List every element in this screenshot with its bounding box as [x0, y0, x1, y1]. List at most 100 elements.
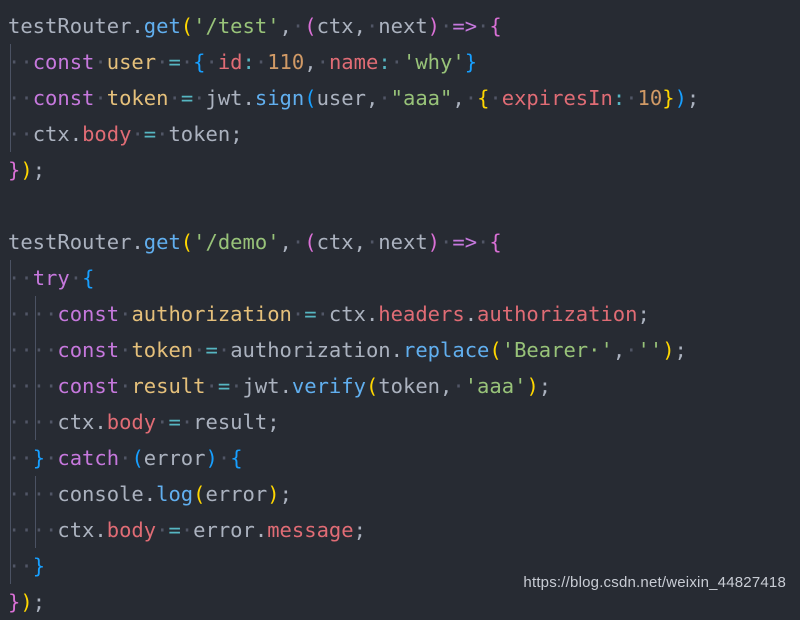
code-token: .: [69, 122, 83, 146]
code-token: ,: [279, 14, 292, 38]
code-token: ·: [20, 518, 33, 542]
code-line[interactable]: testRouter.get('/test',·(ctx,·next)·=>·{: [0, 8, 800, 44]
code-token: testRouter: [8, 14, 132, 38]
code-token: ·: [20, 50, 33, 74]
code-token: (: [131, 446, 144, 470]
code-line[interactable]: testRouter.get('/demo',·(ctx,·next)·=>·{: [0, 224, 800, 260]
code-token: (: [304, 14, 317, 38]
indent-guide: [10, 512, 11, 548]
code-line[interactable]: ····const·authorization·=·ctx.headers.au…: [0, 296, 800, 332]
code-token: 110: [267, 50, 305, 74]
code-line[interactable]: ····ctx.body·=·result;: [0, 404, 800, 440]
code-token: ·: [291, 14, 305, 38]
code-line[interactable]: ··ctx.body·=·token;: [0, 116, 800, 152]
indent-guide: [35, 512, 36, 548]
code-token: ·: [217, 446, 231, 470]
code-token: ·: [156, 518, 169, 542]
code-line[interactable]: ··try·{: [0, 260, 800, 296]
code-token: authorization: [230, 338, 391, 362]
code-token: =: [168, 518, 181, 542]
code-token: ;: [32, 158, 46, 182]
code-token: ctx: [32, 122, 70, 146]
code-token: ·: [378, 86, 391, 110]
code-token: ·: [119, 302, 132, 326]
code-token: =: [205, 338, 218, 362]
code-line[interactable]: ··const·user·=·{·id:·110,·name:·'why'}: [0, 44, 800, 80]
code-token: .: [131, 230, 144, 254]
code-token: next: [378, 14, 428, 38]
code-token: ·: [205, 374, 218, 398]
code-token: token: [168, 122, 231, 146]
code-token: ,: [279, 230, 292, 254]
code-token: ·: [464, 86, 478, 110]
code-token: console: [57, 482, 144, 506]
code-token: ·: [69, 266, 83, 290]
code-token: ): [20, 158, 33, 182]
code-line[interactable]: ··const·token·=·jwt.sign(user,·"aaa",·{·…: [0, 80, 800, 116]
code-token: ·: [20, 302, 33, 326]
code-token: .: [94, 410, 107, 434]
code-line-blank[interactable]: [0, 188, 800, 224]
code-token: ): [427, 230, 441, 254]
code-token: ·: [452, 374, 465, 398]
code-token: ;: [637, 302, 650, 326]
code-token: ;: [267, 410, 280, 434]
code-token: 'Bearer·': [501, 338, 613, 362]
code-token: testRouter: [8, 230, 132, 254]
code-token: 'why': [403, 50, 465, 74]
code-token: ·: [20, 446, 33, 470]
code-token: ·: [168, 86, 181, 110]
code-token: ctx: [57, 410, 95, 434]
code-token: token: [131, 338, 194, 362]
code-token: const: [57, 374, 120, 398]
code-token: ·: [180, 518, 194, 542]
watermark-url: https://blog.csdn.net/weixin_44827418: [523, 574, 786, 591]
code-token: log: [156, 482, 194, 506]
code-token: .: [365, 302, 379, 326]
code-token: ;: [686, 86, 700, 110]
code-token: ): [205, 446, 218, 470]
code-token: {: [477, 86, 490, 110]
code-token: ·: [20, 374, 33, 398]
code-line[interactable]: ··}·catch·(error)·{: [0, 440, 800, 476]
code-token: =: [168, 410, 181, 434]
code-token: }: [8, 158, 21, 182]
code-token: ·: [45, 302, 58, 326]
code-token: error: [193, 518, 255, 542]
code-token: ·: [20, 482, 33, 506]
code-token: name: [328, 50, 379, 74]
code-content[interactable]: testRouter.get('/test',·(ctx,·next)·=>·{…: [0, 8, 800, 620]
code-token: ·: [45, 410, 58, 434]
code-token: ;: [230, 122, 243, 146]
code-token: body: [106, 518, 157, 542]
code-token: ,: [440, 374, 453, 398]
code-line[interactable]: ····const·token·=·authorization.replace(…: [0, 332, 800, 368]
code-token: ctx: [316, 14, 354, 38]
code-token: =: [217, 374, 231, 398]
code-token: '': [637, 338, 663, 362]
indent-guide: [10, 332, 11, 368]
code-token: ): [427, 14, 441, 38]
code-line[interactable]: ····const·result·=·jwt.verify(token,·'aa…: [0, 368, 800, 404]
code-token: ·: [625, 338, 638, 362]
code-token: .: [242, 86, 255, 110]
code-token: '/test': [193, 14, 280, 38]
code-line[interactable]: ····ctx.body·=·error.message;: [0, 512, 800, 548]
code-token: authorization: [131, 302, 292, 326]
code-token: ·: [365, 230, 379, 254]
code-token: ·: [365, 14, 379, 38]
code-token: (: [365, 374, 379, 398]
code-token: try: [32, 266, 70, 290]
code-token: (: [489, 338, 502, 362]
code-token: {: [489, 230, 502, 254]
code-token: =: [304, 302, 317, 326]
code-token: {: [193, 50, 206, 74]
code-token: ·: [230, 374, 243, 398]
code-line[interactable]: });: [0, 152, 800, 188]
code-line[interactable]: ····console.log(error);: [0, 476, 800, 512]
code-token: error: [205, 482, 268, 506]
code-token: const: [32, 50, 95, 74]
code-token: {: [82, 266, 95, 290]
code-token: (: [304, 230, 317, 254]
code-token: message: [267, 518, 354, 542]
